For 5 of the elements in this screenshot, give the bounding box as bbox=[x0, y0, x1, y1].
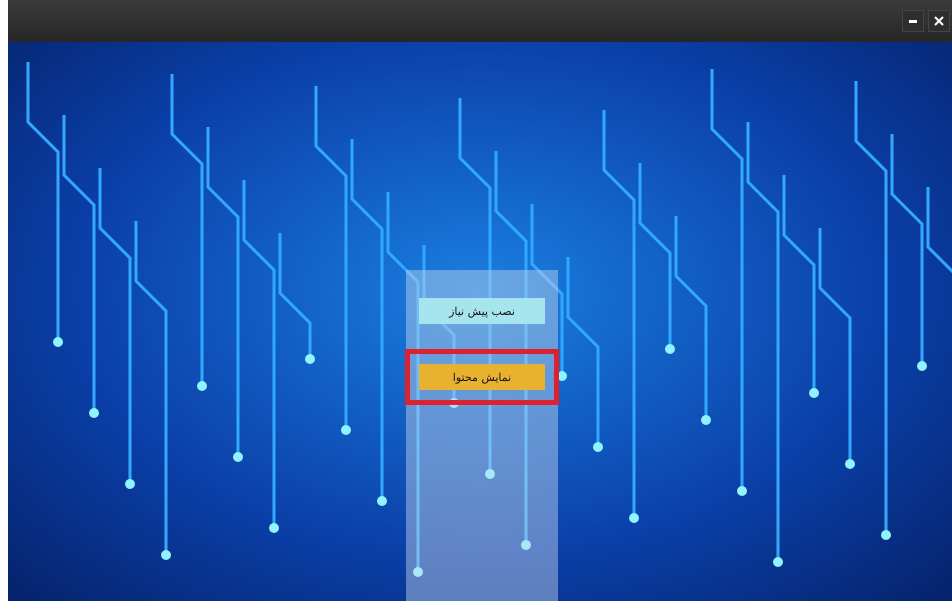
menu-button[interactable]: نمایش محتوا bbox=[419, 364, 545, 390]
minimize-button[interactable] bbox=[902, 10, 924, 32]
close-button[interactable] bbox=[928, 10, 950, 32]
close-icon bbox=[934, 16, 944, 26]
menu-button[interactable]: نصب پیش نیاز bbox=[419, 298, 545, 324]
